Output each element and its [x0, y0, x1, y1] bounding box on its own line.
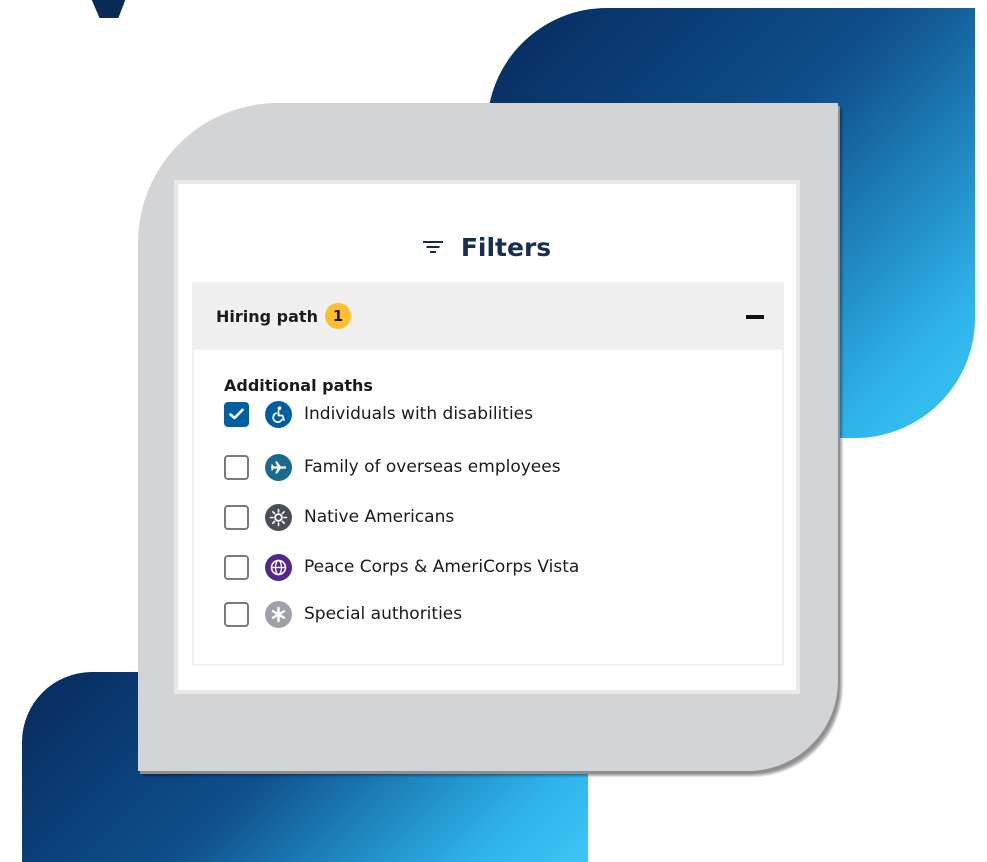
- checkbox-unchecked[interactable]: [224, 601, 249, 627]
- filter-lines-icon: [422, 239, 443, 255]
- collapse-minus-icon[interactable]: [746, 315, 764, 319]
- checkbox-unchecked[interactable]: [224, 504, 249, 530]
- filters-header[interactable]: Filters: [178, 222, 796, 272]
- checkbox-unchecked[interactable]: [224, 554, 249, 580]
- hiring-path-label: Hiring path: [216, 306, 318, 326]
- additional-paths-title: Additional paths: [224, 376, 373, 395]
- filters-panel: Filters Hiring path 1 Additional paths I…: [174, 180, 800, 694]
- checkmark-icon: [229, 408, 244, 420]
- option-native-americans[interactable]: Native Americans: [224, 501, 454, 533]
- checkbox-checked[interactable]: [224, 401, 249, 427]
- option-individuals-with-disabilities[interactable]: Individuals with disabilities: [224, 398, 533, 430]
- option-family-of-overseas-employees[interactable]: Family of overseas employees: [224, 451, 561, 483]
- option-label: Family of overseas employees: [304, 457, 561, 477]
- checkbox-unchecked[interactable]: [224, 454, 249, 480]
- option-label: Special authorities: [304, 604, 463, 624]
- option-label: Native Americans: [304, 507, 455, 527]
- option-special-authorities[interactable]: Special authorities: [224, 598, 462, 630]
- option-peace-corps-americorps-vista[interactable]: Peace Corps & AmeriCorps Vista: [224, 551, 579, 583]
- selected-count-badge: 1: [324, 303, 351, 329]
- hiring-path-accordion-body: Additional paths Individuals with disabi…: [192, 350, 784, 666]
- globe-icon: [265, 553, 292, 581]
- sun-icon: [265, 503, 292, 531]
- option-label: Individuals with disabilities: [304, 404, 533, 424]
- filters-title: Filters: [460, 232, 552, 262]
- accessibility-icon: [265, 400, 292, 428]
- hiring-path-accordion-header[interactable]: Hiring path 1: [192, 282, 784, 350]
- cropped-heading-letter: y: [70, 0, 140, 18]
- asterisk-icon: [265, 600, 292, 628]
- airplane-icon: [265, 453, 292, 481]
- option-label: Peace Corps & AmeriCorps Vista: [304, 557, 580, 577]
